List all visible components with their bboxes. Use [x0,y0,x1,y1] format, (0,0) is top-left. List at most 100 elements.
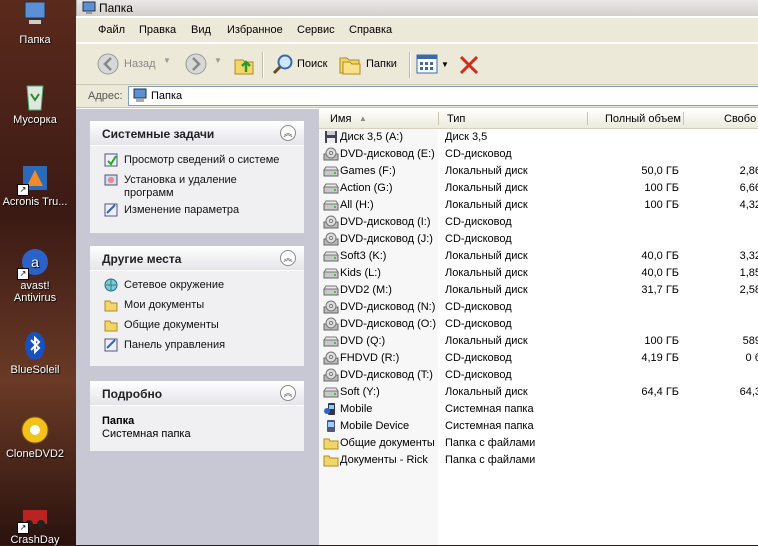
desktop-icon-recycle-bin[interactable]: Мусорка [0,80,70,126]
table-row[interactable]: DVD-дисковод (N:) CD-дисковод [319,299,758,316]
table-row[interactable]: Kids (L:) Локальный диск 40,0 ГБ 1,85 [319,265,758,282]
row-total-size: 100 ГБ [644,199,679,211]
row-type: Локальный диск [445,165,528,177]
table-row[interactable]: DVD (Q:) Локальный диск 100 ГБ 589 [319,333,758,350]
desktop-icon-acronis[interactable]: ↗ Acronis Tru... [0,162,70,208]
table-row[interactable]: Games (F:) Локальный диск 50,0 ГБ 2,86 [319,163,758,180]
table-row[interactable]: DVD-дисковод (I:) CD-дисковод [319,214,758,231]
folders-button[interactable]: Папки [338,50,402,78]
title-bar[interactable]: Папка [76,0,758,16]
other-places-panel: Другие места ︽ Сетевое окружение Мои док… [90,246,304,366]
row-total-size: 40,0 ГБ [641,267,679,279]
table-row[interactable]: Общие документы Папка с файлами [319,435,758,452]
row-total-size: 100 ГБ [644,335,679,347]
views-icon [416,54,438,74]
desktop-icon-avast[interactable]: a ↗ avast! Antivirus [0,246,70,304]
row-type: Локальный диск [445,335,528,347]
row-total-size: 64,4 ГБ [641,386,679,398]
cd-drive-icon [323,351,339,365]
collapse-icon[interactable]: ︽ [280,125,296,141]
desktop-icon-crashday[interactable]: ↗ CrashDay [0,500,70,546]
table-row[interactable]: DVD2 (M:) Локальный диск 31,7 ГБ 2,58 [319,282,758,299]
system-tasks-panel: Системные задачи ︽ Просмотр сведений о с… [90,121,304,233]
details-panel: Подробно ︽ Папка Системная папка [90,381,304,451]
menu-favorites[interactable]: Избранное [227,24,283,36]
row-name: Soft3 (K:) [340,250,387,262]
cd-drive-icon [323,147,339,161]
menu-view[interactable]: Вид [191,24,211,36]
network-icon [104,278,118,292]
details-header[interactable]: Подробно ︽ [90,381,304,406]
row-free-space: 0 б [745,352,758,364]
mobile-device-icon [323,419,339,433]
row-name: Action (G:) [340,182,393,194]
menu-bar: Файл Правка Вид Избранное Сервис Справка [76,18,758,43]
column-free-space[interactable]: Свобо [724,113,756,125]
desktop-icon-bluesoleil[interactable]: BlueSoleil [0,330,70,376]
folders-label: Папки [366,58,397,70]
table-row[interactable]: Mobile Системная папка [319,401,758,418]
table-row[interactable]: Mobile Device Системная папка [319,418,758,435]
desktop-icon-label: Acronis Tru... [2,196,68,208]
row-type: Системная папка [445,420,534,432]
back-button[interactable]: Назад ▼ [94,50,174,78]
row-name: DVD-дисковод (J:) [340,233,433,245]
folders-icon [339,57,361,75]
column-header: Имя ▲ Тип Полный объем Свобо [319,109,758,129]
table-row[interactable]: DVD-дисковод (O:) CD-дисковод [319,316,758,333]
system-tasks-header[interactable]: Системные задачи ︽ [90,121,304,146]
menu-file[interactable]: Файл [98,24,125,36]
desktop-icon-label: Папка [19,34,51,46]
back-arrow-icon [97,53,119,75]
row-name: DVD-дисковод (N:) [340,301,436,313]
desktop-icon-label: Мусорка [13,114,57,126]
row-type: Локальный диск [445,182,528,194]
task-label: Изменение параметра [124,204,240,216]
row-total-size: 100 ГБ [644,182,679,194]
table-row[interactable]: Диск 3,5 (A:) Диск 3,5 [319,129,758,146]
other-places-header[interactable]: Другие места ︽ [90,246,304,271]
desktop-icon-folder[interactable]: Папка [0,0,70,46]
folder-icon [323,453,339,467]
menu-help[interactable]: Справка [349,24,392,36]
computer-icon [82,1,96,14]
column-total-size[interactable]: Полный объем [605,113,681,125]
row-name: All (H:) [340,199,374,211]
table-row[interactable]: Action (G:) Локальный диск 100 ГБ 6,66 [319,180,758,197]
desktop-icon-label: BlueSoleil [10,364,60,376]
hard-drive-icon [323,334,339,348]
task-pane: Системные задачи ︽ Просмотр сведений о с… [76,109,319,545]
search-button[interactable]: Поиск [272,50,332,78]
table-row[interactable]: DVD-дисковод (T:) CD-дисковод [319,367,758,384]
hard-drive-icon [323,385,339,399]
desktop-icon-clonedvd[interactable]: CloneDVD2 [0,414,70,460]
details-description: Системная папка [102,428,191,440]
table-row[interactable]: Soft3 (K:) Локальный диск 40,0 ГБ 3,32 [319,248,758,265]
folder-icon [104,320,118,332]
forward-button[interactable]: ▼ [184,50,224,78]
views-button[interactable]: ▼ [416,50,450,78]
table-row[interactable]: All (H:) Локальный диск 100 ГБ 4,32 [319,197,758,214]
menu-edit[interactable]: Правка [139,24,176,36]
menu-tools[interactable]: Сервис [297,24,335,36]
table-row[interactable]: Документы - Rick Папка с файлами [319,452,758,469]
chevron-down-icon: ▼ [441,60,449,69]
hard-drive-icon [323,266,339,280]
collapse-icon[interactable]: ︽ [280,385,296,401]
column-name[interactable]: Имя [330,113,351,125]
column-type[interactable]: Тип [447,113,465,125]
address-input[interactable]: Папка [128,86,758,106]
table-row[interactable]: Soft (Y:) Локальный диск 64,4 ГБ 64,3 [319,384,758,401]
table-row[interactable]: DVD-дисковод (E:) CD-дисковод [319,146,758,163]
system-info-icon [104,153,118,167]
table-row[interactable]: DVD-дисковод (J:) CD-дисковод [319,231,758,248]
folder-icon [323,436,339,450]
table-row[interactable]: FHDVD (R:) CD-дисковод 4,19 ГБ 0 б [319,350,758,367]
up-folder-button[interactable] [232,50,256,78]
row-free-space: 4,32 [739,199,758,211]
control-panel-icon [104,203,118,217]
delete-x-icon [459,55,479,75]
delete-button[interactable] [456,50,482,78]
row-free-space: 1,85 [739,267,758,279]
collapse-icon[interactable]: ︽ [280,250,296,266]
